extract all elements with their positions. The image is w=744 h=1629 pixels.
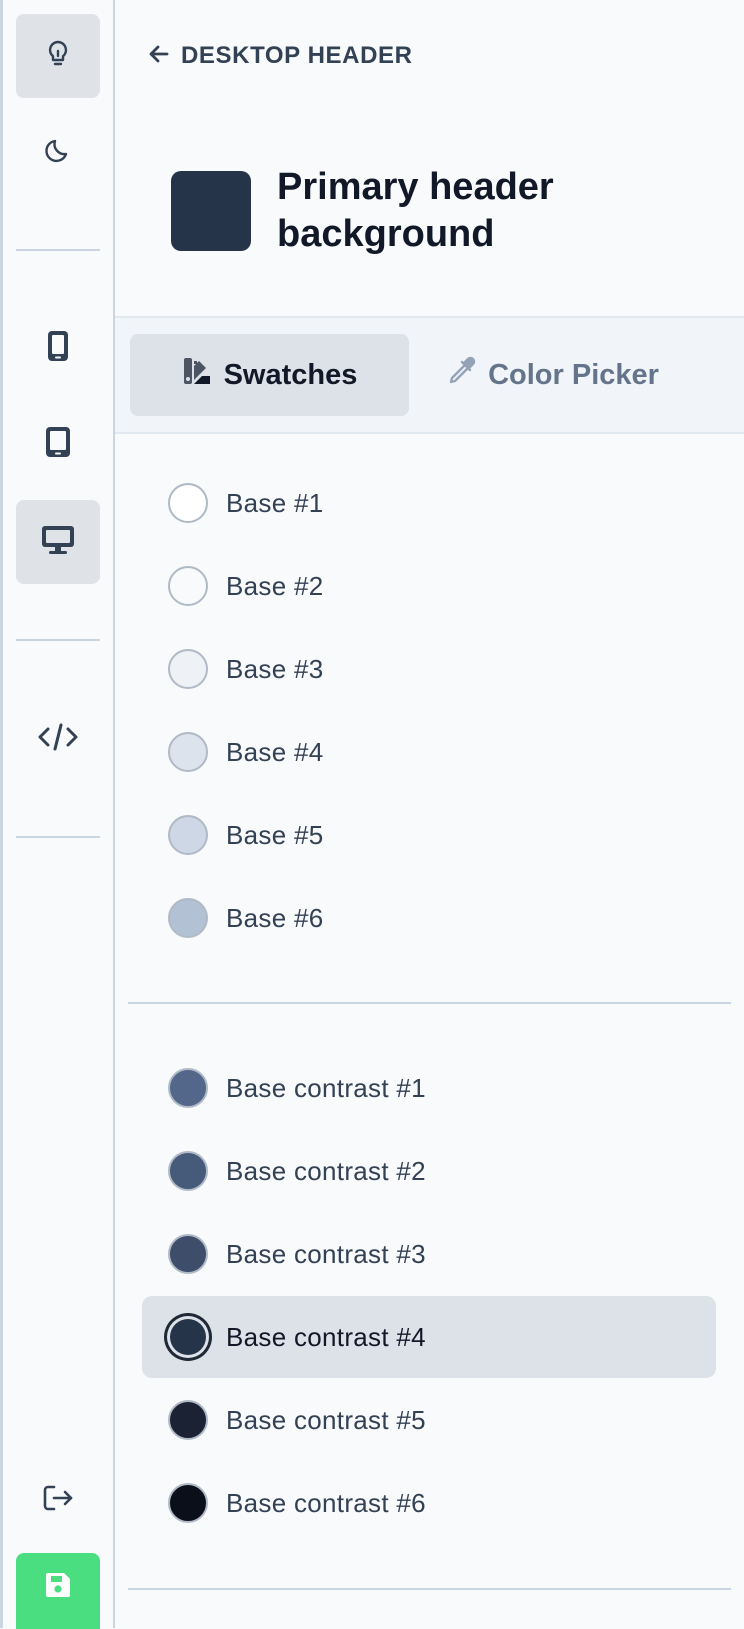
swatch-option[interactable]: Base contrast #2 xyxy=(168,1141,426,1201)
save-icon xyxy=(45,1572,71,1603)
swatch-option[interactable]: Base #1 xyxy=(168,473,324,533)
swatch-color-dot xyxy=(170,1319,206,1355)
group-divider xyxy=(128,1588,731,1590)
tablet-view-button[interactable] xyxy=(16,402,100,486)
tab-color-picker[interactable]: Color Picker xyxy=(413,334,692,416)
sidebar-rail xyxy=(3,0,115,1629)
mobile-view-button[interactable] xyxy=(16,306,100,390)
swatch-option[interactable]: Base #5 xyxy=(168,805,324,865)
tab-swatches[interactable]: Swatches xyxy=(130,334,409,416)
current-color-swatch xyxy=(171,171,251,251)
swatch-option[interactable]: Base contrast #1 xyxy=(168,1058,426,1118)
logout-button[interactable] xyxy=(16,1458,100,1542)
swatch-color-dot xyxy=(168,1400,208,1440)
group-divider xyxy=(128,1002,731,1004)
swatch-color-dot xyxy=(168,1234,208,1274)
swatch-option[interactable]: Base #4 xyxy=(168,722,324,782)
swatch-label: Base #3 xyxy=(226,653,324,684)
swatch-label: Base #4 xyxy=(226,736,324,767)
rail-divider xyxy=(16,639,100,641)
back-link[interactable]: DESKTOP HEADER xyxy=(149,36,413,76)
swatch-color-dot xyxy=(168,566,208,606)
page-title: Primary header background xyxy=(277,166,554,255)
swatch-label: Base #6 xyxy=(226,902,324,933)
save-button[interactable] xyxy=(16,1553,100,1629)
swatch-label: Base #1 xyxy=(226,487,324,518)
swatch-color-dot xyxy=(168,1483,208,1523)
lightbulb-icon xyxy=(45,39,71,74)
desktop-icon xyxy=(41,525,75,560)
code-view-button[interactable] xyxy=(16,697,100,781)
tab-label: Color Picker xyxy=(488,358,659,391)
swatch-color-dot xyxy=(168,898,208,938)
eyedropper-icon xyxy=(446,356,476,394)
swatch-color-dot xyxy=(168,649,208,689)
swatch-color-dot xyxy=(168,1151,208,1191)
swatch-option[interactable]: Base contrast #3 xyxy=(168,1224,426,1284)
swatch-color-dot xyxy=(168,815,208,855)
code-icon xyxy=(38,722,78,757)
logout-icon xyxy=(42,1484,74,1517)
swatch-option[interactable]: Base contrast #5 xyxy=(168,1390,426,1450)
desktop-view-button[interactable] xyxy=(16,500,100,584)
dark-mode-button[interactable] xyxy=(16,110,100,194)
swatch-option[interactable]: Base contrast #6 xyxy=(168,1473,426,1533)
color-title-row: Primary header background xyxy=(171,164,597,258)
swatch-color-dot xyxy=(168,1068,208,1108)
rail-divider xyxy=(16,249,100,251)
swatch-label: Base #2 xyxy=(226,570,324,601)
swatch-label: Base contrast #5 xyxy=(226,1404,426,1435)
back-label: DESKTOP HEADER xyxy=(181,42,413,69)
moon-icon xyxy=(44,136,72,169)
swatch-label: Base contrast #1 xyxy=(226,1072,426,1103)
rail-divider xyxy=(16,836,100,838)
swatch-label: Base contrast #6 xyxy=(226,1487,426,1518)
swatch-label: Base contrast #4 xyxy=(226,1321,426,1352)
swatch-option[interactable]: Base contrast #4 xyxy=(142,1296,716,1378)
swatch-option[interactable]: Base #3 xyxy=(168,639,324,699)
tips-button[interactable] xyxy=(16,14,100,98)
color-panel: DESKTOP HEADER Primary header background… xyxy=(115,0,744,1628)
divider xyxy=(115,432,744,434)
swatch-label: Base contrast #3 xyxy=(226,1238,426,1269)
swatch-option[interactable]: Base #6 xyxy=(168,888,324,948)
swatches-icon xyxy=(182,356,212,394)
swatch-label: Base #5 xyxy=(226,819,324,850)
swatch-label: Base contrast #2 xyxy=(226,1155,426,1186)
arrow-left-icon xyxy=(149,42,169,70)
swatch-option[interactable]: Base #2 xyxy=(168,556,324,616)
tablet-icon xyxy=(45,426,71,463)
swatch-color-dot xyxy=(168,732,208,772)
swatch-color-dot xyxy=(168,483,208,523)
mobile-icon xyxy=(47,330,69,367)
tab-label: Swatches xyxy=(223,358,358,391)
